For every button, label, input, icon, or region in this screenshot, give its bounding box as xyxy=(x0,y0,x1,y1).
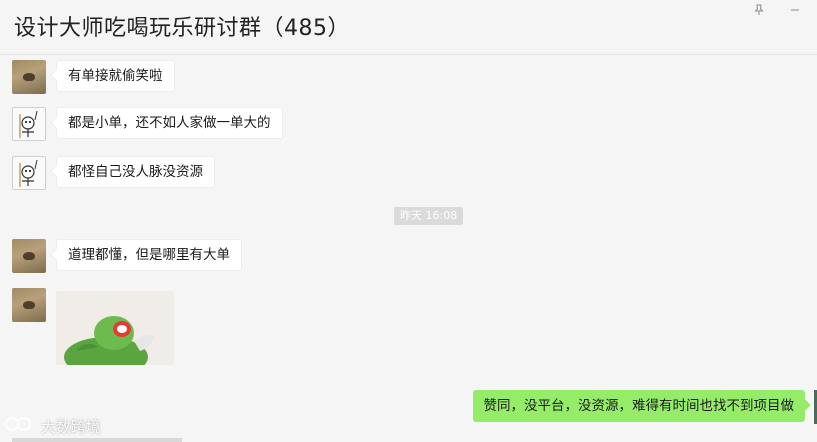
avatar[interactable] xyxy=(12,288,46,322)
avatar[interactable] xyxy=(12,60,46,94)
message-bubble[interactable]: 都是小单，还不如人家做一单大的 xyxy=(56,107,283,139)
watermark: 大数跨境 xyxy=(4,415,101,439)
chat-area[interactable]: 有单接就偷笑啦 都是小单，还不如人家做一单大的 都怪自己没人脉没资源 昨天 16… xyxy=(0,55,817,442)
watermark-logo-icon xyxy=(4,415,34,440)
message-bubble[interactable]: 道理都懂，但是哪里有大单 xyxy=(56,239,242,271)
watermark-text: 大数跨境 xyxy=(40,418,101,436)
timestamp-chip: 昨天 16:08 xyxy=(394,207,464,225)
avatar[interactable] xyxy=(12,239,46,273)
message-bubble[interactable]: 都怪自己没人脉没资源 xyxy=(56,156,215,188)
chat-title: 设计大师吃喝玩乐研讨群（485） xyxy=(14,16,350,41)
title-bar: 设计大师吃喝玩乐研讨群（485） xyxy=(0,0,817,55)
next-message-edge xyxy=(12,438,182,442)
outgoing-message-bubble[interactable]: 赞同，没平台，没资源，难得有时间也找不到项目做 xyxy=(472,390,805,422)
pin-icon[interactable] xyxy=(752,4,766,18)
avatar[interactable] xyxy=(12,156,46,190)
avatar[interactable] xyxy=(12,107,46,141)
message-bubble[interactable]: 有单接就偷笑啦 xyxy=(56,60,175,92)
kermit-frog-sticker[interactable] xyxy=(56,291,174,365)
minimize-icon[interactable] xyxy=(788,4,802,18)
